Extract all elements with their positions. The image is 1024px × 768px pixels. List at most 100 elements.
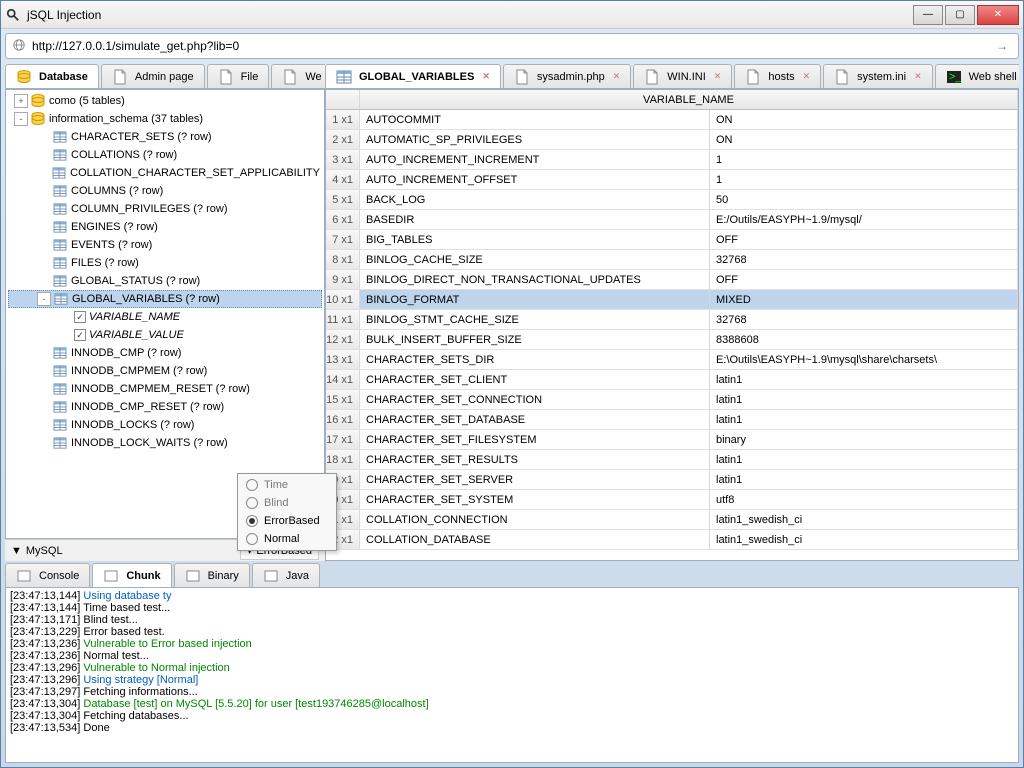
tree-node[interactable]: COLLATIONS (? row): [8, 146, 322, 164]
table-row[interactable]: 7 x1BIG_TABLESOFF: [326, 230, 1018, 250]
tree-label: ENGINES (? row): [71, 221, 158, 233]
table-row[interactable]: 18 x1CHARACTER_SET_RESULTSlatin1: [326, 450, 1018, 470]
table-row[interactable]: 20 x1CHARACTER_SET_SYSTEMutf8: [326, 490, 1018, 510]
url-input[interactable]: [32, 39, 992, 53]
titlebar[interactable]: jSQL Injection — ▢ ✕: [1, 1, 1023, 29]
database-icon: [30, 112, 46, 126]
tab-win-ini[interactable]: WIN.INI✕: [633, 64, 732, 88]
svg-text:>_: >_: [949, 71, 962, 83]
table-row[interactable]: 6 x1BASEDIRE:/Outils/EASYPH~1.9/mysql/: [326, 210, 1018, 230]
maximize-button[interactable]: ▢: [945, 5, 975, 25]
row-index: 2 x1: [326, 130, 360, 149]
table-icon: [52, 400, 68, 414]
table-row[interactable]: 15 x1CHARACTER_SET_CONNECTIONlatin1: [326, 390, 1018, 410]
tree-node[interactable]: ENGINES (? row): [8, 218, 322, 236]
table-row[interactable]: 13 x1CHARACTER_SETS_DIRE:\Outils\EASYPH~…: [326, 350, 1018, 370]
java-icon: [263, 569, 279, 583]
tree-node[interactable]: COLLATION_CHARACTER_SET_APPLICABILITY: [8, 164, 322, 182]
table-row[interactable]: 11 x1BINLOG_STMT_CACHE_SIZE32768: [326, 310, 1018, 330]
minimize-button[interactable]: —: [913, 5, 943, 25]
tree-toggle[interactable]: -: [14, 112, 28, 126]
table-row[interactable]: 16 x1CHARACTER_SET_DATABASElatin1: [326, 410, 1018, 430]
tab-we[interactable]: We: [271, 64, 325, 88]
table-row[interactable]: 4 x1AUTO_INCREMENT_OFFSET1: [326, 170, 1018, 190]
table-row[interactable]: 14 x1CHARACTER_SET_CLIENTlatin1: [326, 370, 1018, 390]
status-db: ▼ MySQL: [11, 545, 63, 557]
tree-node[interactable]: COLUMN_PRIVILEGES (? row): [8, 200, 322, 218]
table-row[interactable]: 17 x1CHARACTER_SET_FILESYSTEMbinary: [326, 430, 1018, 450]
tree-node[interactable]: INNODB_CMPMEM (? row): [8, 362, 322, 380]
tree-toggle[interactable]: +: [14, 94, 28, 108]
tree-toggle[interactable]: -: [37, 292, 51, 306]
table-row[interactable]: 2 x1AUTOMATIC_SP_PRIVILEGESON: [326, 130, 1018, 150]
table-row[interactable]: 12 x1BULK_INSERT_BUFFER_SIZE8388608: [326, 330, 1018, 350]
table-row[interactable]: 10 x1BINLOG_FORMATMIXED: [326, 290, 1018, 310]
tree-node[interactable]: INNODB_LOCKS (? row): [8, 416, 322, 434]
grid-header: VARIABLE_NAME: [326, 90, 1018, 110]
tree-node[interactable]: ✓VARIABLE_VALUE: [8, 326, 322, 344]
tree-node[interactable]: ✓VARIABLE_NAME: [8, 308, 322, 326]
tab-web-shell[interactable]: >_Web shell✕: [935, 64, 1019, 88]
tree-node[interactable]: EVENTS (? row): [8, 236, 322, 254]
strategy-option-errorbased[interactable]: ErrorBased: [240, 512, 334, 530]
table-row[interactable]: 9 x1BINLOG_DIRECT_NON_TRANSACTIONAL_UPDA…: [326, 270, 1018, 290]
cell-name: BINLOG_CACHE_SIZE: [360, 250, 710, 269]
tree-node[interactable]: GLOBAL_STATUS (? row): [8, 272, 322, 290]
go-button[interactable]: →: [992, 39, 1012, 53]
tab-binary[interactable]: Binary: [174, 563, 250, 587]
close-button[interactable]: ✕: [977, 5, 1019, 25]
table-row[interactable]: 8 x1BINLOG_CACHE_SIZE32768: [326, 250, 1018, 270]
grid-header-idx[interactable]: [326, 90, 360, 109]
table-row[interactable]: 1 x1AUTOCOMMITON: [326, 110, 1018, 130]
cell-value: 32768: [710, 310, 1018, 329]
tree-node[interactable]: -GLOBAL_VARIABLES (? row): [8, 290, 322, 308]
tree-node[interactable]: CHARACTER_SETS (? row): [8, 128, 322, 146]
close-tab-icon[interactable]: ✕: [714, 71, 722, 82]
tree-label: INNODB_LOCK_WAITS (? row): [71, 437, 228, 449]
tab-sysadmin-php[interactable]: sysadmin.php✕: [503, 64, 631, 88]
row-index: 1 x1: [326, 110, 360, 129]
globe-icon: [12, 38, 26, 55]
close-tab-icon[interactable]: ✕: [803, 71, 811, 82]
close-tab-icon[interactable]: ✕: [482, 71, 490, 82]
table-row[interactable]: 21 x1COLLATION_CONNECTIONlatin1_swedish_…: [326, 510, 1018, 530]
log-line: [23:47:13,236] Vulnerable to Error based…: [10, 638, 1014, 650]
table-row[interactable]: 3 x1AUTO_INCREMENT_INCREMENT1: [326, 150, 1018, 170]
tree-node[interactable]: FILES (? row): [8, 254, 322, 272]
tab-chunk[interactable]: Chunk: [92, 563, 171, 587]
table-row[interactable]: 5 x1BACK_LOG50: [326, 190, 1018, 210]
tab-console[interactable]: Console: [5, 563, 90, 587]
app-window: jSQL Injection — ▢ ✕ → DatabaseAdmin pag…: [0, 0, 1024, 768]
tab-database[interactable]: Database: [5, 64, 99, 88]
database-tree[interactable]: +como (5 tables)-information_schema (37 …: [5, 89, 325, 539]
right-tab-row: GLOBAL_VARIABLES✕sysadmin.php✕WIN.INI✕ho…: [325, 63, 1019, 89]
table-icon: [52, 346, 68, 360]
close-tab-icon[interactable]: ✕: [914, 71, 922, 82]
tree-node[interactable]: +como (5 tables): [8, 92, 322, 110]
checkbox[interactable]: ✓: [74, 311, 86, 323]
tab-global-variables[interactable]: GLOBAL_VARIABLES✕: [325, 64, 501, 88]
tab-java[interactable]: Java: [252, 563, 320, 587]
log-line: [23:47:13,171] Blind test...: [10, 614, 1014, 626]
table-row[interactable]: 19 x1CHARACTER_SET_SERVERlatin1: [326, 470, 1018, 490]
table-icon: [52, 148, 68, 162]
tab-hosts[interactable]: hosts✕: [734, 64, 821, 88]
radio-icon: [246, 479, 258, 491]
tab-system-ini[interactable]: system.ini✕: [823, 64, 932, 88]
tree-node[interactable]: COLUMNS (? row): [8, 182, 322, 200]
cell-name: BIG_TABLES: [360, 230, 710, 249]
tree-node[interactable]: -information_schema (37 tables): [8, 110, 322, 128]
tree-node[interactable]: INNODB_CMPMEM_RESET (? row): [8, 380, 322, 398]
tree-node[interactable]: INNODB_CMP (? row): [8, 344, 322, 362]
tab-admin-page[interactable]: Admin page: [101, 64, 205, 88]
checkbox[interactable]: ✓: [74, 329, 86, 341]
grid-header-name[interactable]: VARIABLE_NAME: [360, 90, 1018, 109]
table-row[interactable]: 22 x1COLLATION_DATABASElatin1_swedish_ci: [326, 530, 1018, 550]
strategy-option-normal[interactable]: Normal: [240, 530, 334, 548]
grid-body[interactable]: 1 x1AUTOCOMMITON2 x1AUTOMATIC_SP_PRIVILE…: [326, 110, 1018, 560]
tree-node[interactable]: INNODB_LOCK_WAITS (? row): [8, 434, 322, 452]
tab-file[interactable]: File: [207, 64, 270, 88]
close-tab-icon[interactable]: ✕: [613, 71, 621, 82]
console-output[interactable]: [23:47:13,144] Using database ty[23:47:1…: [5, 587, 1019, 763]
tree-node[interactable]: INNODB_CMP_RESET (? row): [8, 398, 322, 416]
